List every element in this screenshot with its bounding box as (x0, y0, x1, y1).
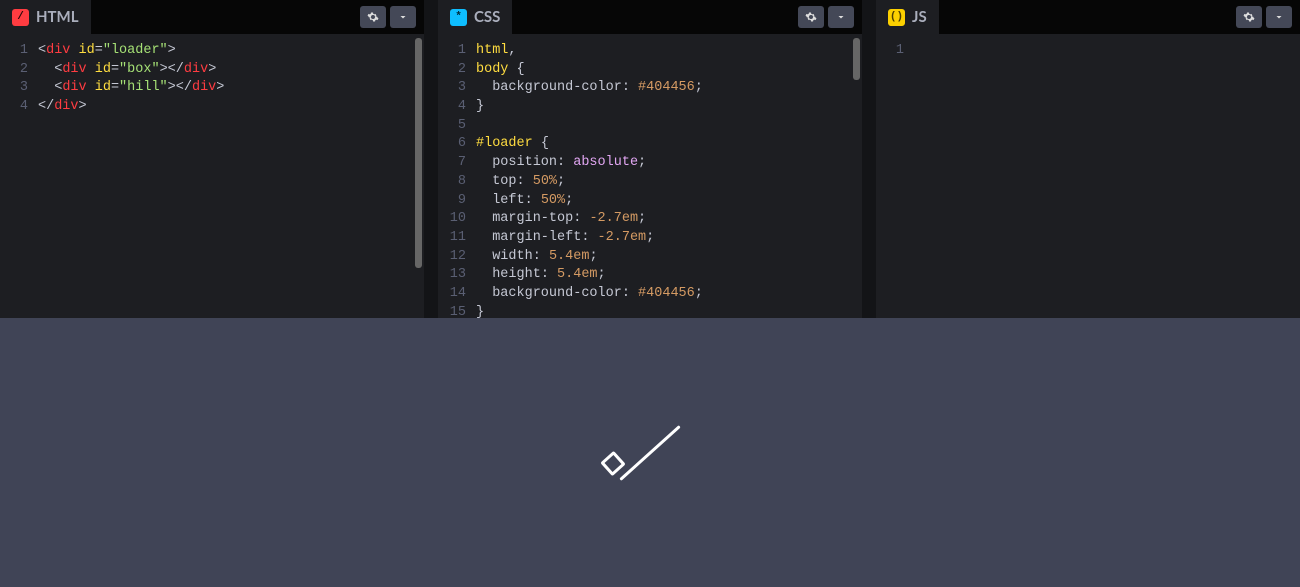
scrollbar-html[interactable] (415, 38, 422, 268)
editors-row: / HTML 1234 <div id="loader"> <div id="b… (0, 0, 1300, 318)
settings-button-js[interactable] (1236, 6, 1262, 28)
settings-button-html[interactable] (360, 6, 386, 28)
panel-js: () JS 1 (876, 0, 1300, 318)
gear-icon (805, 11, 817, 23)
code-area-html[interactable]: 1234 <div id="loader"> <div id="box"></d… (0, 34, 424, 318)
settings-button-css[interactable] (798, 6, 824, 28)
panel-header-html: / HTML (0, 0, 424, 34)
code-lines-html[interactable]: <div id="loader"> <div id="box"></div> <… (38, 42, 424, 318)
code-area-js[interactable]: 1 (876, 34, 1300, 318)
lang-tab-html[interactable]: / HTML (0, 0, 91, 34)
hill-shape (619, 425, 680, 481)
box-shape (600, 450, 625, 475)
dropdown-button-css[interactable] (828, 6, 854, 28)
lang-label-html: HTML (36, 8, 79, 26)
gear-icon (1243, 11, 1255, 23)
panel-html: / HTML 1234 <div id="loader"> <div id="b… (0, 0, 424, 318)
code-lines-css[interactable]: html,body { background-color: #404456;} … (476, 42, 862, 318)
html-icon: / (12, 9, 29, 26)
loader-graphic (610, 451, 690, 454)
chevron-down-icon (1273, 11, 1285, 23)
panel-css: * CSS 123456789101112131415 html,body { … (438, 0, 862, 318)
chevron-down-icon (835, 11, 847, 23)
preview-pane (0, 318, 1300, 587)
gutter-js: 1 (876, 42, 914, 318)
css-icon: * (450, 9, 467, 26)
scrollbar-css[interactable] (853, 38, 860, 80)
lang-tab-js[interactable]: () JS (876, 0, 939, 34)
panel-header-js: () JS (876, 0, 1300, 34)
gutter-css: 123456789101112131415 (438, 42, 476, 318)
dropdown-button-html[interactable] (390, 6, 416, 28)
code-area-css[interactable]: 123456789101112131415 html,body { backgr… (438, 34, 862, 318)
code-lines-js[interactable] (914, 42, 1300, 318)
gear-icon (367, 11, 379, 23)
panel-header-css: * CSS (438, 0, 862, 34)
chevron-down-icon (397, 11, 409, 23)
lang-label-css: CSS (474, 8, 500, 26)
gutter-html: 1234 (0, 42, 38, 318)
js-icon: () (888, 9, 905, 26)
lang-tab-css[interactable]: * CSS (438, 0, 512, 34)
dropdown-button-js[interactable] (1266, 6, 1292, 28)
lang-label-js: JS (912, 8, 927, 26)
